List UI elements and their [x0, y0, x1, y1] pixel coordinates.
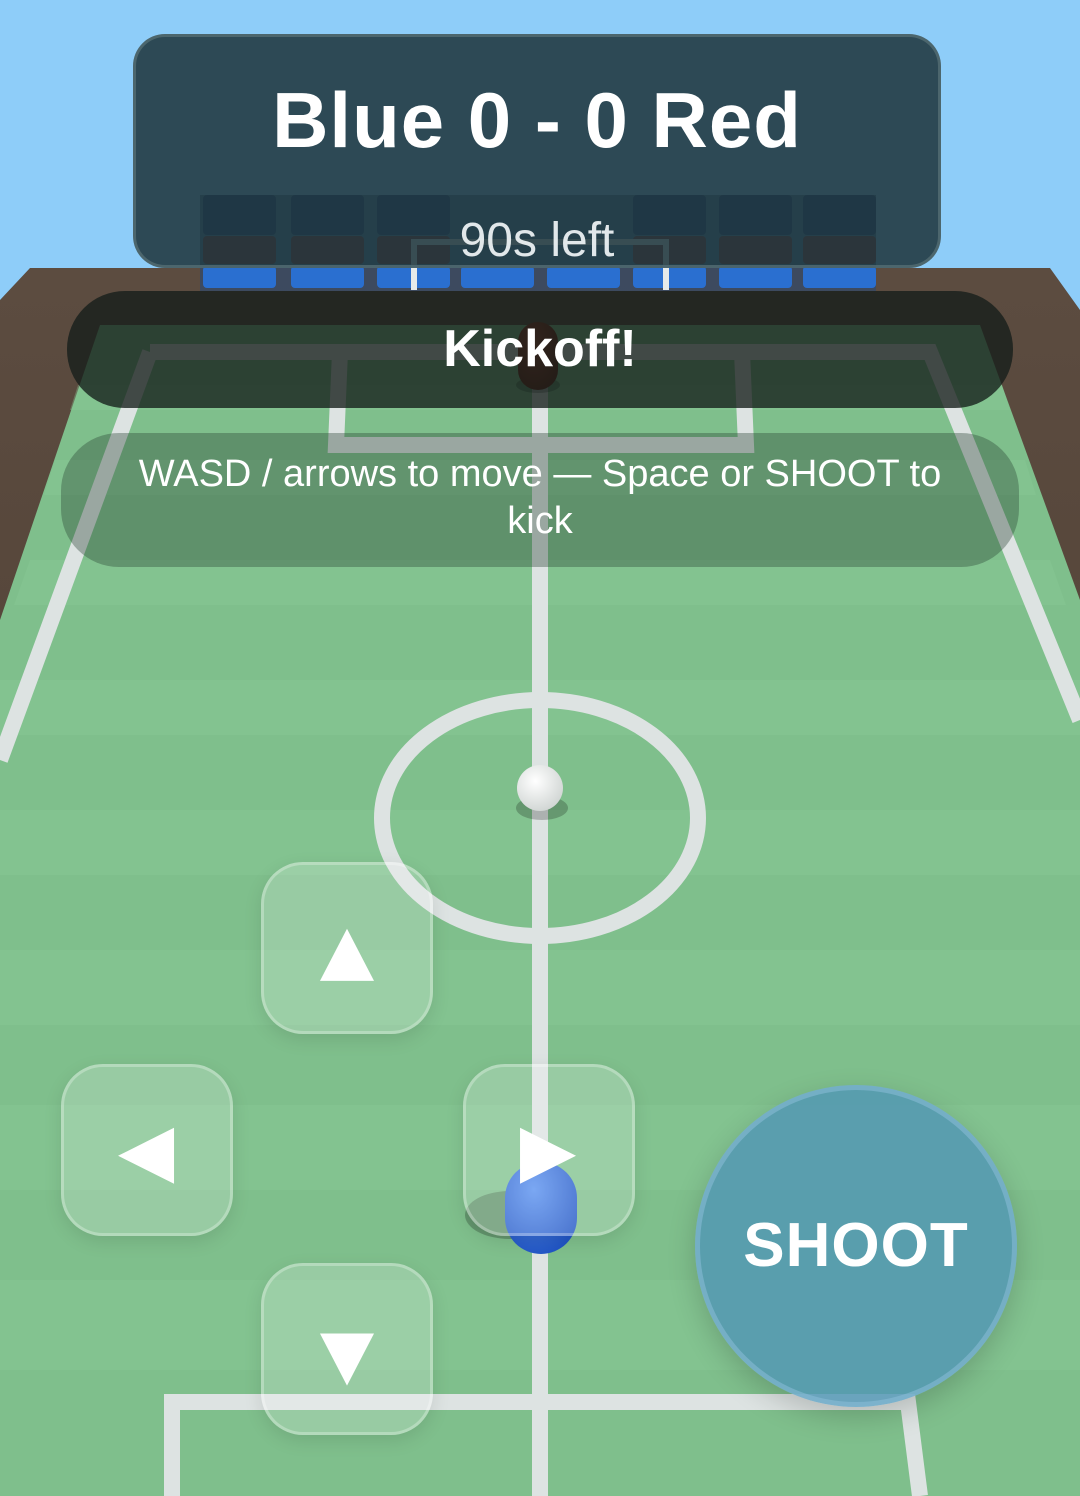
shoot-button[interactable]: SHOOT [695, 1085, 1017, 1407]
move-right-button[interactable] [463, 1064, 635, 1236]
scoreboard: Blue 0 - 0 Red 90s left [133, 34, 941, 268]
game-viewport: Blue 0 - 0 Red 90s left Kickoff! WASD / … [0, 0, 1080, 1496]
time-remaining: 90s left [459, 214, 615, 267]
arrow-up-icon [319, 928, 375, 981]
move-left-button[interactable] [61, 1064, 233, 1236]
score-text: Blue 0 - 0 Red [272, 76, 802, 164]
arrow-left-icon [118, 1127, 175, 1184]
controls-hint: WASD / arrows to move — Space or SHOOT t… [61, 433, 1019, 567]
soccer-ball [517, 765, 563, 811]
kickoff-banner: Kickoff! [67, 291, 1013, 408]
arrow-right-icon [520, 1127, 577, 1184]
move-down-button[interactable] [261, 1263, 433, 1435]
arrow-down-icon [319, 1333, 375, 1386]
move-up-button[interactable] [261, 862, 433, 1034]
